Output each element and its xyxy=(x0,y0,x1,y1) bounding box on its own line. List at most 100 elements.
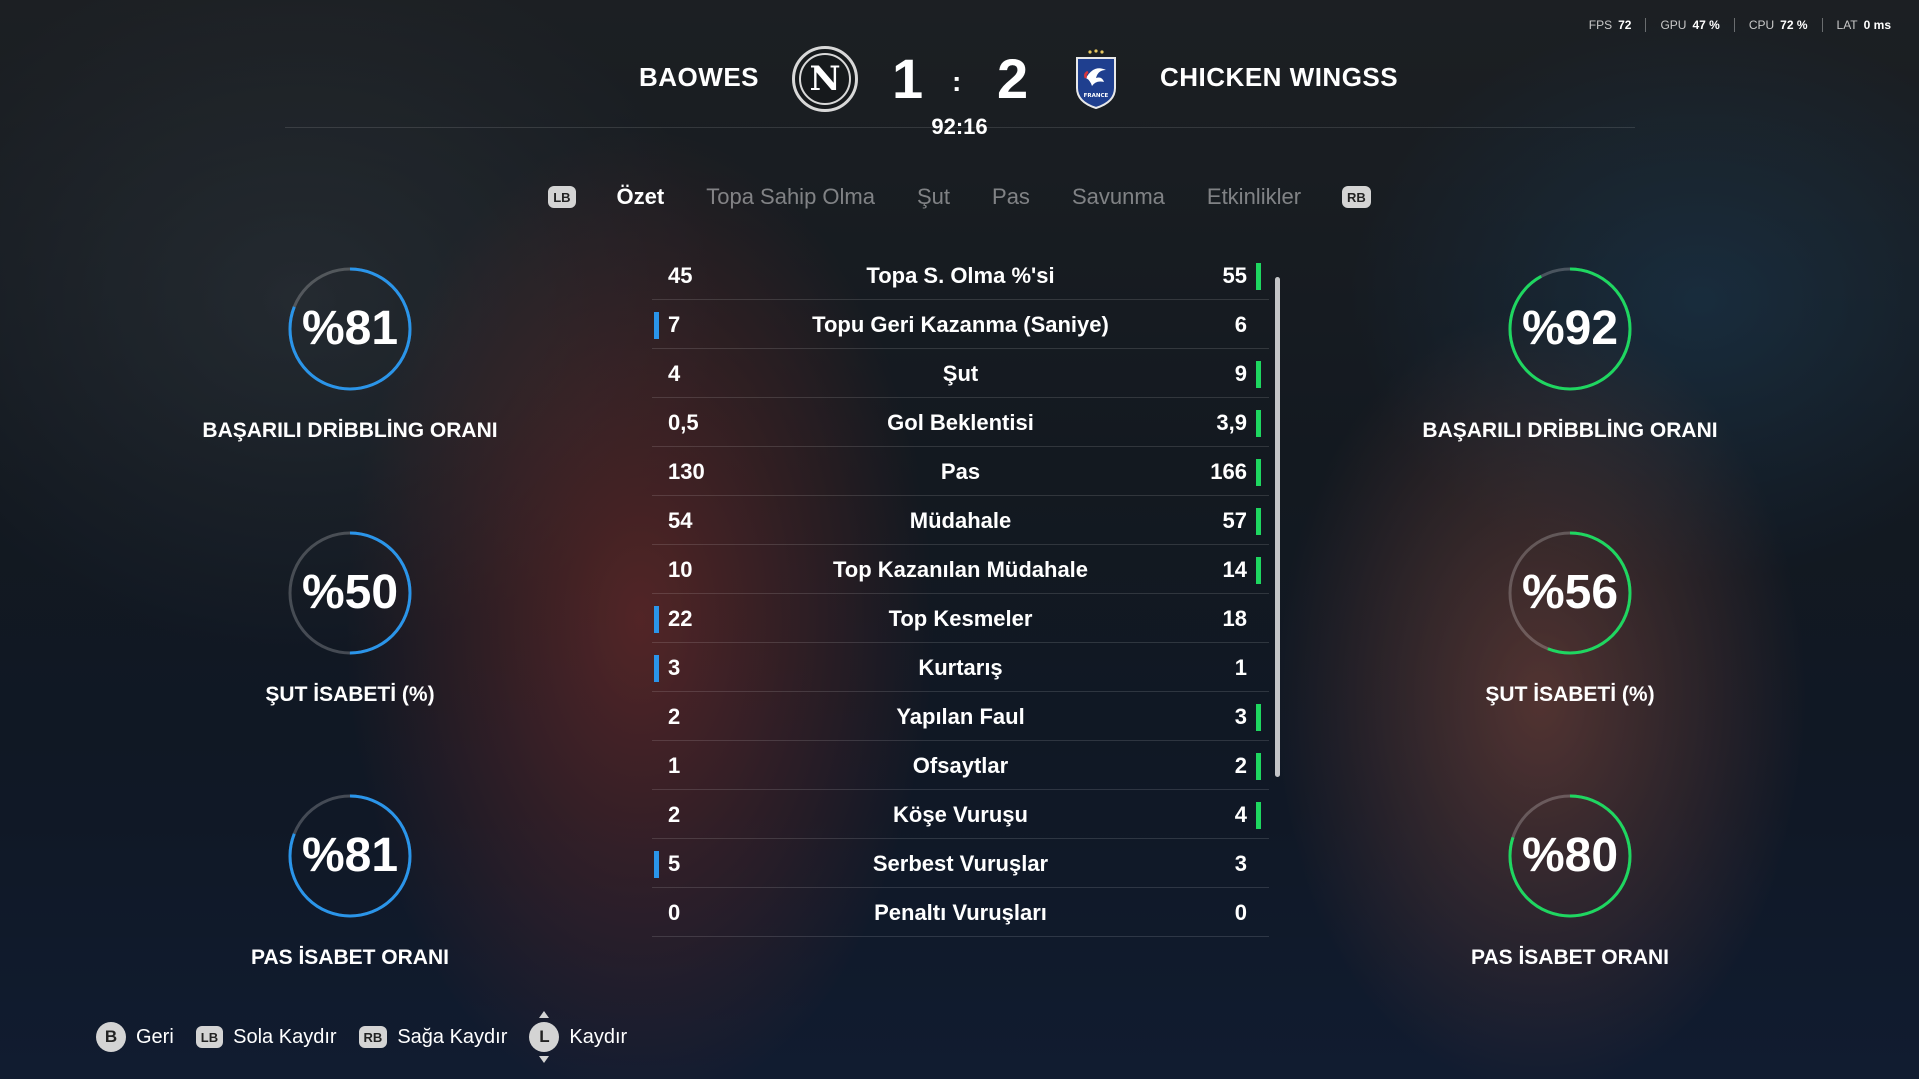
stat-away-value: 18 xyxy=(1222,606,1247,631)
stat-row: 0,5 Gol Beklentisi 3,9 xyxy=(652,398,1269,447)
gauge-label: BAŞARILI DRİBBLİNG ORANI xyxy=(1422,419,1718,442)
rb-button-icon[interactable]: RB xyxy=(1342,186,1371,208)
perf-gpu: GPU 47 % xyxy=(1645,18,1733,32)
away-gauge: %92 BAŞARILI DRİBBLİNG ORANI xyxy=(1410,253,1730,443)
gauge-label: ŞUT İSABETİ (%) xyxy=(1485,683,1655,706)
tab-defending[interactable]: Savunma xyxy=(1072,184,1165,210)
away-score: 2 xyxy=(997,47,1029,110)
stat-row: 7 Topu Geri Kazanma (Saniye) 6 xyxy=(652,300,1269,349)
stat-row: 1 Ofsaytlar 2 xyxy=(652,741,1269,790)
stat-away-value: 3 xyxy=(1234,851,1247,876)
tab-passing[interactable]: Pas xyxy=(992,184,1030,210)
gauge-value: %81 xyxy=(301,302,399,355)
stat-row: 2 Köşe Vuruşu 4 xyxy=(652,790,1269,839)
stat-name: Top Kazanılan Müdahale xyxy=(832,557,1089,582)
tab-summary[interactable]: Özet xyxy=(617,184,665,210)
perf-latency: LAT 0 ms xyxy=(1821,18,1905,32)
away-team-name: CHICKEN WINGSS xyxy=(1160,62,1399,92)
stat-away-value: 3,9 xyxy=(1216,410,1247,435)
gauge-label: ŞUT İSABETİ (%) xyxy=(265,683,435,706)
stat-away-value: 1 xyxy=(1235,937,1247,951)
stat-row: 54 Müdahale 57 xyxy=(652,496,1269,545)
stat-name: Topu Geri Kazanma (Saniye) xyxy=(812,312,1109,337)
stat-row: 22 Top Kesmeler 18 xyxy=(652,594,1269,643)
stats-scrollbar[interactable] xyxy=(1275,277,1280,777)
perf-cpu: CPU 72 % xyxy=(1733,18,1822,32)
stat-away-value: 1 xyxy=(1234,655,1247,680)
stat-row: 4 Şut 9 xyxy=(652,349,1269,398)
stat-away-value: 2 xyxy=(1234,753,1247,778)
svg-text:FRANCE: FRANCE xyxy=(1084,93,1109,99)
controls-footer: B Geri LB Sola Kaydır RB Sağa Kaydır L K… xyxy=(96,1011,649,1063)
footer-back-label: Geri xyxy=(136,1025,174,1048)
stat-name: Müdahale xyxy=(909,508,1012,533)
gauge-value: %92 xyxy=(1521,302,1619,355)
away-crest-icon: FRANCE xyxy=(1076,49,1116,110)
stat-name: Gol Beklentisi xyxy=(887,410,1034,435)
tab-events[interactable]: Etkinlikler xyxy=(1207,184,1301,210)
gauge-label: PAS İSABET ORANI xyxy=(251,946,449,969)
score-header: BAOWES N 1 : 2 FRANCE CHICKEN WINGSS 92:… xyxy=(0,40,1919,140)
stat-name: Serbest Vuruşlar xyxy=(872,851,1049,876)
lb-button-icon: LB xyxy=(195,1026,224,1048)
gauge-value: %50 xyxy=(301,566,399,619)
stat-name: Ofsaytlar xyxy=(912,753,1009,778)
stat-away-value: 55 xyxy=(1222,263,1247,288)
footer-scroll-right-label: Sağa Kaydır xyxy=(397,1025,508,1048)
home-gauge: %50 ŞUT İSABETİ (%) xyxy=(190,517,510,707)
tab-shooting[interactable]: Şut xyxy=(917,184,950,210)
stat-row: 45 Topa S. Olma %'si 55 xyxy=(652,251,1269,300)
tab-possession[interactable]: Topa Sahip Olma xyxy=(706,184,875,210)
footer-back[interactable]: B Geri xyxy=(96,1022,174,1052)
stat-name: Pas xyxy=(940,459,981,484)
b-button-icon: B xyxy=(96,1022,126,1052)
gauge-value: %80 xyxy=(1521,829,1619,882)
stat-row: 3 Kurtarış 1 xyxy=(652,643,1269,692)
stat-away-value: 57 xyxy=(1222,508,1247,533)
stat-away-value: 14 xyxy=(1222,557,1247,582)
perf-fps: FPS 72 xyxy=(1588,18,1632,32)
footer-scroll-right[interactable]: RB Sağa Kaydır xyxy=(358,1025,508,1049)
stat-row: 2 Yapılan Faul 3 xyxy=(652,692,1269,741)
stat-away-value: 9 xyxy=(1234,361,1247,386)
left-stick-icon: L xyxy=(529,1011,560,1063)
stat-name: Topa S. Olma %'si xyxy=(866,263,1055,288)
stat-away-value: 166 xyxy=(1210,459,1247,484)
away-gauge: %80 PAS İSABET ORANI xyxy=(1410,780,1730,970)
lb-button-icon[interactable]: LB xyxy=(548,186,576,208)
stat-row: 130 Pas 166 xyxy=(652,447,1269,496)
away-gauge: %56 ŞUT İSABETİ (%) xyxy=(1410,517,1730,707)
stat-name: Şut xyxy=(942,361,979,386)
performance-overlay: FPS 72 GPU 47 % CPU 72 % LAT 0 ms xyxy=(1575,18,1905,32)
stat-name: Penaltı Vuruşları xyxy=(874,900,1047,925)
home-score: 1 xyxy=(892,47,924,110)
stat-away-value: 0 xyxy=(1234,900,1247,925)
stat-name: Köşe Vuruşu xyxy=(893,802,1028,827)
gauge-label: BAŞARILI DRİBBLİNG ORANI xyxy=(202,419,498,442)
home-team-name: BAOWES xyxy=(639,62,759,92)
gauge-value: %56 xyxy=(1521,566,1619,619)
gauge-value: %81 xyxy=(301,829,399,882)
rb-button-icon: RB xyxy=(358,1026,388,1048)
footer-scroll-left[interactable]: LB Sola Kaydır xyxy=(195,1025,337,1049)
gauge-label: PAS İSABET ORANI xyxy=(1471,946,1669,969)
stat-away-value: 4 xyxy=(1234,802,1247,827)
footer-scroll[interactable]: L Kaydır xyxy=(529,1011,628,1063)
stat-away-value: 6 xyxy=(1234,312,1247,337)
stat-row: 10 Top Kazanılan Müdahale 14 xyxy=(652,545,1269,594)
stats-tab-bar: LB Özet Topa Sahip Olma Şut Pas Savunma … xyxy=(0,184,1919,210)
stats-table[interactable]: 45 Topa S. Olma %'si 55 7 Topu Geri Kazanma … xyxy=(652,251,1269,951)
stat-name: Yapılan Faul xyxy=(896,704,1025,729)
stat-row: 0 Penaltı Vuruşları 0 xyxy=(652,888,1269,937)
stat-name: Top Kesmeler xyxy=(888,606,1033,631)
home-crest-icon: N xyxy=(792,46,858,112)
score-separator: : xyxy=(952,66,962,97)
header-divider xyxy=(285,127,1635,128)
stat-row: 1Sarı Kartlar1 xyxy=(652,937,1269,951)
footer-scroll-left-label: Sola Kaydır xyxy=(233,1025,337,1048)
stat-name: Kurtarış xyxy=(918,655,1003,680)
home-gauge: %81 BAŞARILI DRİBBLİNG ORANI xyxy=(190,253,510,443)
home-gauge: %81 PAS İSABET ORANI xyxy=(190,780,510,970)
footer-scroll-label: Kaydır xyxy=(569,1025,628,1048)
stat-row: 5 Serbest Vuruşlar 3 xyxy=(652,839,1269,888)
